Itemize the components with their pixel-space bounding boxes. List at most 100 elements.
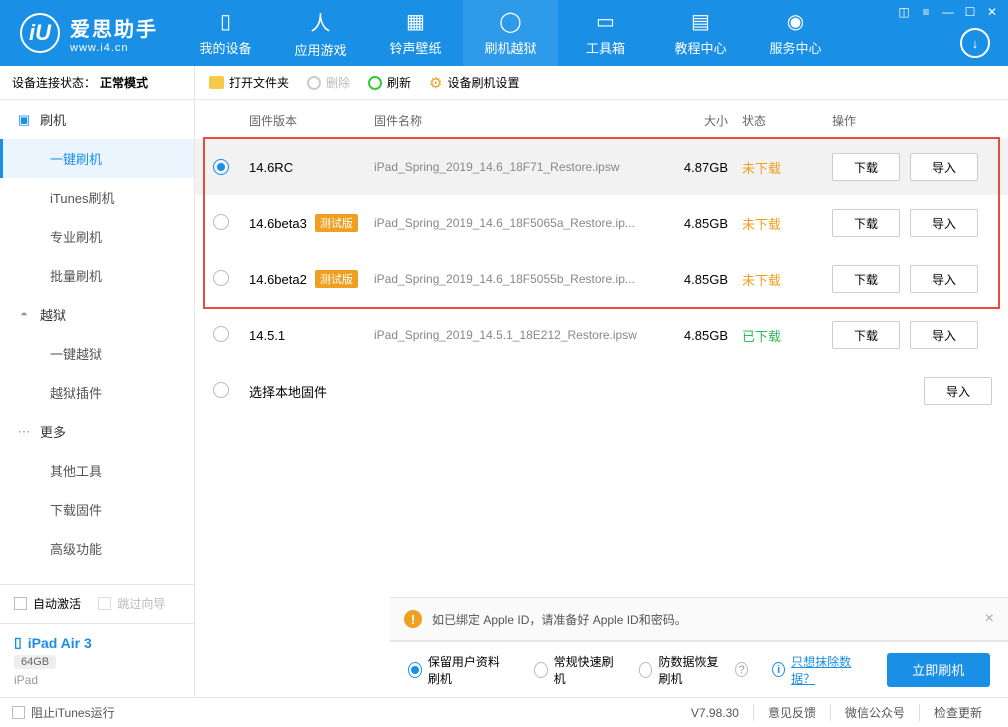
firmware-status: 未下载 [742, 158, 832, 177]
col-status: 状态 [742, 112, 832, 129]
firmware-status: 未下载 [742, 214, 832, 233]
block-itunes-checkbox[interactable]: 阻止iTunes运行 [12, 704, 115, 721]
sidebar-item-jb-plugins[interactable]: 越狱插件 [0, 373, 194, 412]
nav-tutorials[interactable]: ▤教程中心 [653, 0, 748, 66]
import-button[interactable]: 导入 [924, 377, 992, 405]
app-name: 爱思助手 [70, 13, 158, 42]
sidebar-item-oneclick-jb[interactable]: 一键越狱 [0, 334, 194, 373]
sidebar-options: 自动激活 跳过向导 [0, 584, 194, 623]
book-icon: ▤ [691, 9, 710, 34]
logo-icon: iU [20, 13, 60, 53]
sidebar-group-flash[interactable]: ▣刷机 [0, 100, 194, 139]
radio-icon[interactable] [213, 270, 229, 286]
shirt-icon[interactable]: ◫ [894, 4, 914, 20]
firmware-row[interactable]: 14.6beta2测试版 iPad_Spring_2019_14.6_18F50… [195, 251, 1008, 307]
notice-bar: ! 如已绑定 Apple ID，请准备好 Apple ID和密码。 × [390, 597, 1008, 641]
beta-tag: 测试版 [315, 270, 358, 288]
radio-icon[interactable] [213, 214, 229, 230]
firmware-name: iPad_Spring_2019_14.6_18F71_Restore.ipsw [374, 160, 667, 174]
radio-icon[interactable] [213, 326, 229, 342]
apps-icon: 人 [311, 7, 331, 36]
update-link[interactable]: 检查更新 [919, 704, 996, 721]
firmware-size: 4.85GB [667, 328, 742, 343]
refresh-button[interactable]: 刷新 [368, 74, 411, 91]
minimize-button[interactable]: — [938, 4, 958, 20]
sidebar: 设备连接状态：正常模式 ▣刷机 一键刷机 iTunes刷机 专业刷机 批量刷机 … [0, 66, 195, 697]
local-firmware-row[interactable]: 选择本地固件 导入 [195, 363, 1008, 419]
nav-flash[interactable]: ◯刷机越狱 [463, 0, 558, 66]
music-icon: ▦ [406, 9, 425, 34]
sidebar-item-oneclick-flash[interactable]: 一键刷机 [0, 139, 194, 178]
firmware-version: 14.6beta2测试版 [249, 270, 374, 288]
sidebar-item-batch-flash[interactable]: 批量刷机 [0, 256, 194, 295]
firmware-version: 14.6beta3测试版 [249, 214, 374, 232]
sidebar-item-other-tools[interactable]: 其他工具 [0, 451, 194, 490]
refresh-icon [368, 76, 382, 90]
flash-icon: ▣ [16, 112, 32, 128]
header: iU 爱思助手 www.i4.cn ▯我的设备 人应用游戏 ▦铃声壁纸 ◯刷机越… [0, 0, 1008, 66]
download-button[interactable]: 下载 [832, 265, 900, 293]
firmware-row[interactable]: 14.6RC iPad_Spring_2019_14.6_18F71_Resto… [195, 139, 1008, 195]
maximize-button[interactable]: ☐ [960, 4, 980, 20]
import-button[interactable]: 导入 [910, 153, 978, 181]
nav-ringtones[interactable]: ▦铃声壁纸 [368, 0, 463, 66]
erase-link-area: i 只想抹除数据？ [772, 653, 862, 687]
skip-guide-checkbox[interactable]: 跳过向导 [98, 595, 165, 612]
feedback-link[interactable]: 意见反馈 [753, 704, 830, 721]
firmware-size: 4.85GB [667, 272, 742, 287]
shield-icon: ◯ [499, 9, 521, 34]
radio-icon[interactable] [213, 159, 229, 175]
nav-toolbox[interactable]: ▭工具箱 [558, 0, 653, 66]
col-ops: 操作 [832, 112, 992, 129]
delete-icon [307, 76, 321, 90]
nav-apps[interactable]: 人应用游戏 [273, 0, 368, 66]
footer: 阻止iTunes运行 V7.98.30 意见反馈 微信公众号 检查更新 [0, 697, 1008, 727]
help-icon[interactable]: ? [735, 662, 748, 677]
phone-icon: ▯ [14, 634, 22, 651]
version-label[interactable]: V7.98.30 [677, 706, 753, 720]
menu-icon[interactable]: ≡ [916, 4, 936, 20]
download-button[interactable]: 下载 [832, 321, 900, 349]
close-icon[interactable]: × [985, 610, 994, 628]
erase-link[interactable]: 只想抹除数据？ [791, 653, 862, 687]
mode-keep-data[interactable]: 保留用户资料刷机 [408, 653, 510, 687]
folder-icon [209, 76, 224, 89]
import-button[interactable]: 导入 [910, 265, 978, 293]
device-info[interactable]: ▯iPad Air 3 64GB iPad [0, 623, 194, 697]
col-size: 大小 [667, 112, 742, 129]
firmware-row[interactable]: 14.5.1 iPad_Spring_2019_14.5.1_18E212_Re… [195, 307, 1008, 363]
mode-normal[interactable]: 常规快速刷机 [534, 653, 615, 687]
nav-service[interactable]: ◉服务中心 [748, 0, 843, 66]
col-version: 固件版本 [249, 112, 374, 129]
logo[interactable]: iU 爱思助手 www.i4.cn [0, 13, 178, 54]
checkbox-icon [98, 597, 111, 610]
notice-text: 如已绑定 Apple ID，请准备好 Apple ID和密码。 [432, 611, 687, 628]
checkbox-icon [12, 706, 25, 719]
download-button[interactable]: 下载 [832, 209, 900, 237]
sidebar-group-more[interactable]: ⋯更多 [0, 412, 194, 451]
sidebar-item-itunes-flash[interactable]: iTunes刷机 [0, 178, 194, 217]
firmware-row[interactable]: 14.6beta3测试版 iPad_Spring_2019_14.6_18F50… [195, 195, 1008, 251]
mode-anti-recovery[interactable]: 防数据恢复刷机? [639, 653, 748, 687]
firmware-name: iPad_Spring_2019_14.6_18F5065a_Restore.i… [374, 216, 667, 230]
import-button[interactable]: 导入 [910, 321, 978, 349]
sidebar-item-download-fw[interactable]: 下载固件 [0, 490, 194, 529]
download-button[interactable]: 下载 [832, 153, 900, 181]
sidebar-group-jailbreak[interactable]: ◓越狱 [0, 295, 194, 334]
sidebar-item-advanced[interactable]: 高级功能 [0, 529, 194, 568]
wechat-link[interactable]: 微信公众号 [830, 704, 919, 721]
close-button[interactable]: ✕ [982, 4, 1002, 20]
sidebar-item-pro-flash[interactable]: 专业刷机 [0, 217, 194, 256]
nav-my-device[interactable]: ▯我的设备 [178, 0, 273, 66]
table-header: 固件版本 固件名称 大小 状态 操作 [195, 100, 1008, 139]
settings-button[interactable]: ⚙设备刷机设置 [429, 74, 519, 92]
import-button[interactable]: 导入 [910, 209, 978, 237]
radio-icon[interactable] [213, 382, 229, 398]
open-folder-button[interactable]: 打开文件夹 [209, 74, 289, 91]
download-button[interactable]: ↓ [960, 28, 990, 58]
side-menu: ▣刷机 一键刷机 iTunes刷机 专业刷机 批量刷机 ◓越狱 一键越狱 越狱插… [0, 100, 194, 584]
flash-now-button[interactable]: 立即刷机 [887, 653, 990, 687]
auto-activate-checkbox[interactable]: 自动激活 [14, 595, 81, 612]
firmware-name: iPad_Spring_2019_14.5.1_18E212_Restore.i… [374, 328, 667, 342]
firmware-table: 14.6RC iPad_Spring_2019_14.6_18F71_Resto… [195, 139, 1008, 419]
